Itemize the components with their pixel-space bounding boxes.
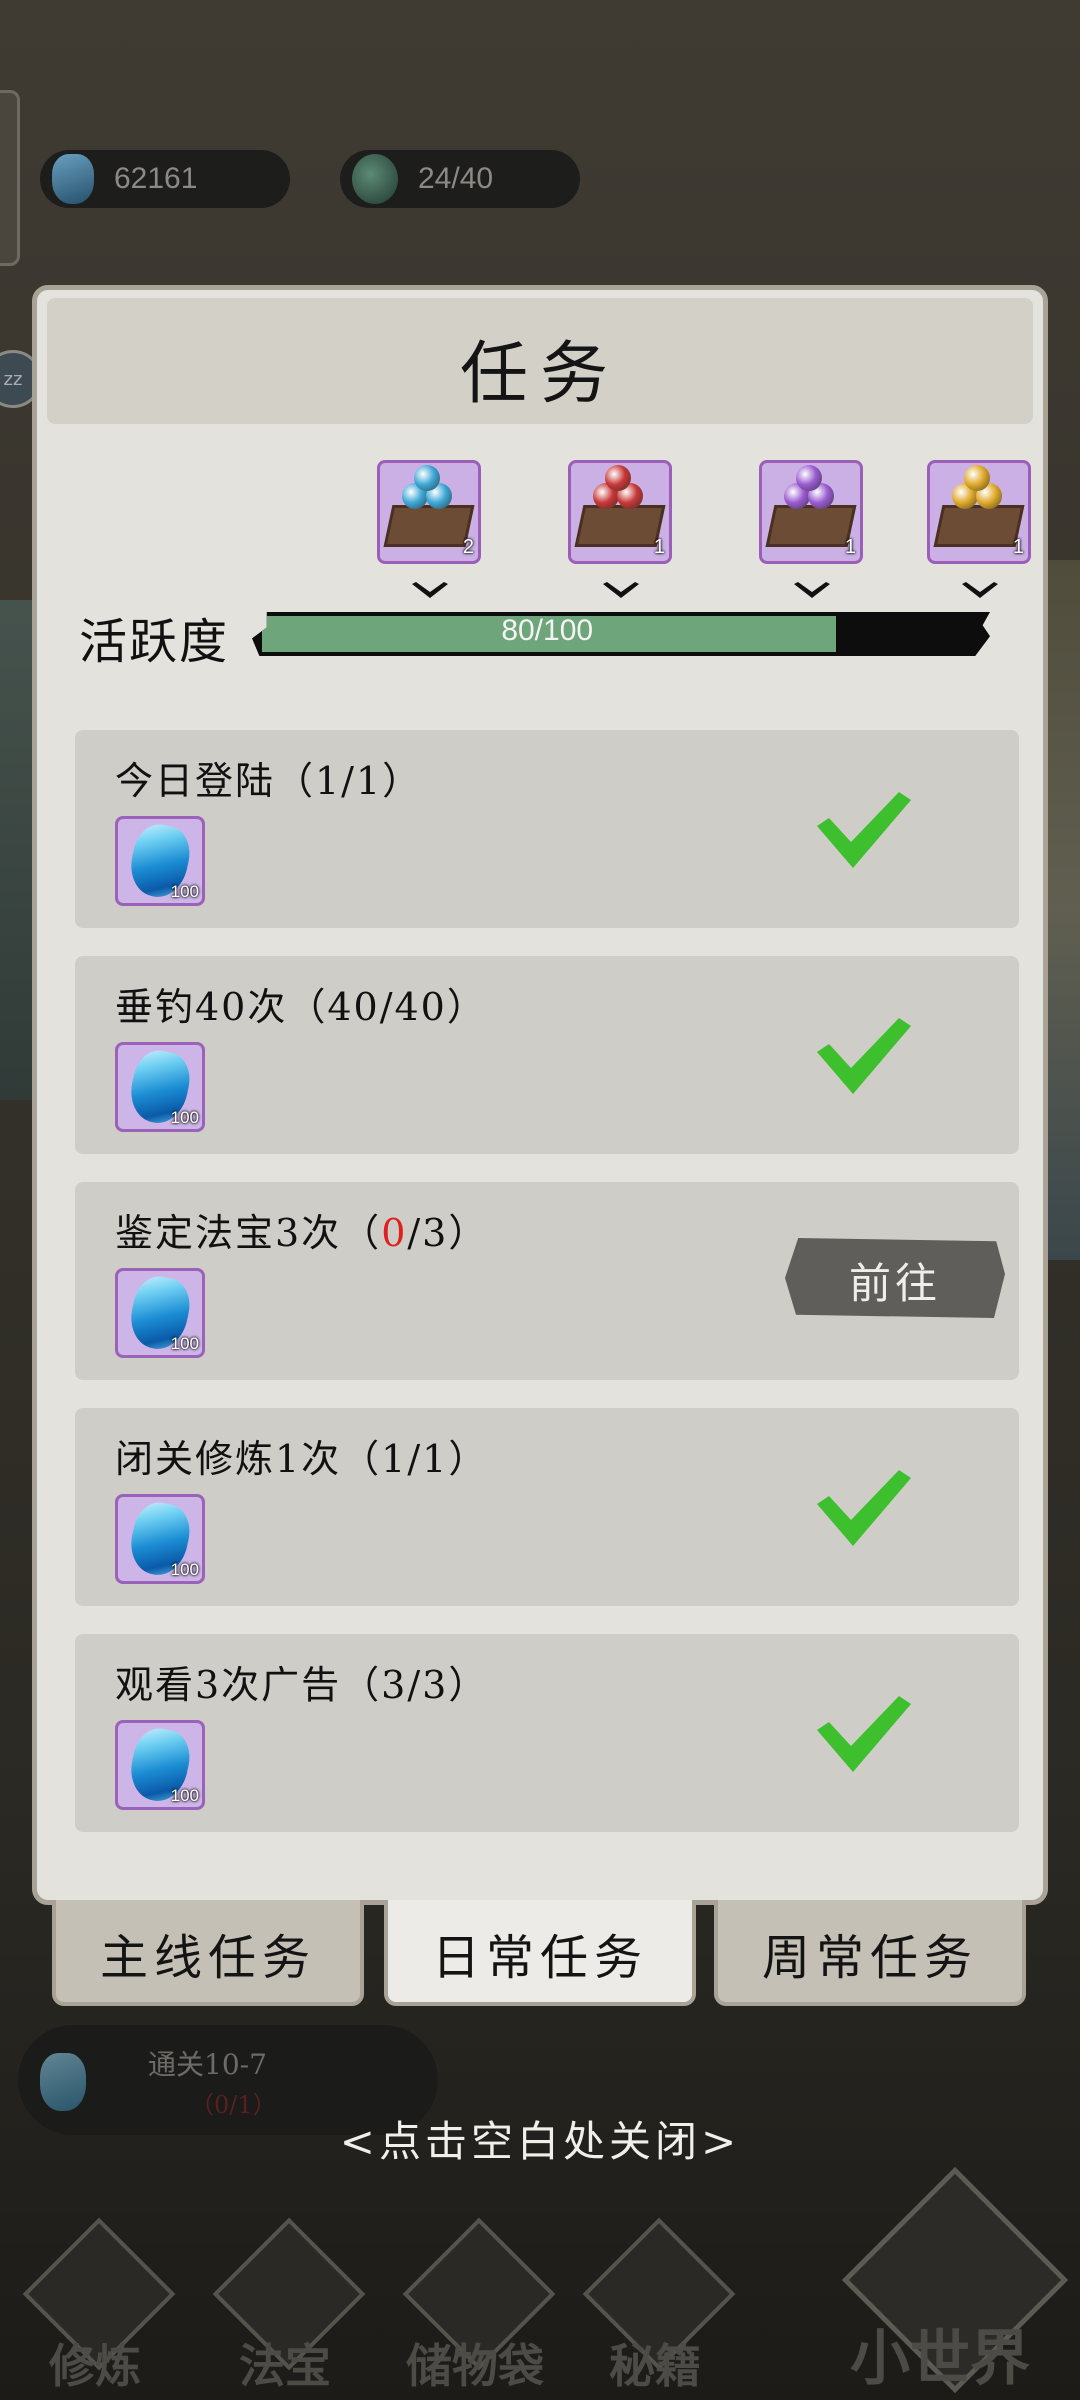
background-scenery-right <box>1046 560 1080 1260</box>
activity-progress-text: 80/100 <box>501 614 594 647</box>
activity-chest-1[interactable]: 2 <box>377 460 481 564</box>
orb-icon <box>605 465 631 491</box>
nav-storage-bag-label: 储物袋 <box>406 2339 544 2393</box>
nav-storage-bag: 储物袋 <box>390 2217 560 2393</box>
bottom-nav: 修炼 法宝 储物袋 秘籍 小世界 <box>0 2160 1080 2400</box>
dialog-title: 任务 <box>459 335 620 414</box>
nav-treasure-label: 法宝 <box>239 2339 331 2393</box>
checkmark-icon <box>817 1018 911 1094</box>
checkmark-icon <box>817 1470 911 1546</box>
quest-text: 通关10-7 <box>148 2048 267 2081</box>
checkmark-icon <box>817 1696 911 1772</box>
go-button-label: 前往 <box>848 1259 941 1308</box>
task-title: 观看3次广告（3/3） <box>115 1663 489 1707</box>
stamina-counter: 24/40 <box>340 150 580 208</box>
task-title-prefix: 鉴定法宝3次（ <box>115 1211 382 1255</box>
dialog-header: 任务 <box>47 298 1033 424</box>
chevron-down-icon <box>603 582 639 598</box>
reward-spirit-stone[interactable]: 100 <box>115 1494 205 1584</box>
activity-chest-4[interactable]: 1 <box>927 460 1031 564</box>
tab-daily-quests[interactable]: 日常任务 <box>384 1900 696 2006</box>
chevron-down-icon <box>962 582 998 598</box>
task-title: 闭关修炼1次（1/1） <box>115 1437 489 1481</box>
reward-count: 100 <box>170 1334 199 1353</box>
tab-weekly-quests[interactable]: 周常任务 <box>714 1900 1026 2006</box>
task-row: 观看3次广告（3/3） 100 <box>75 1634 1019 1832</box>
go-button[interactable]: 前往 <box>785 1238 1005 1318</box>
spirit-stone-counter: 62161 <box>40 150 290 208</box>
tab-label: 主线任务 <box>99 1930 316 1986</box>
task-title-suffix: /3） <box>407 1211 489 1255</box>
sleep-badge-text: zz <box>3 368 23 390</box>
tray-icon <box>574 505 666 547</box>
activity-progress-bar: 80/100 <box>252 612 990 656</box>
chevron-down-icon <box>412 582 448 598</box>
nav-treasure: 法宝 <box>200 2217 370 2393</box>
task-title: 今日登陆（1/1） <box>115 759 423 803</box>
nav-small-world: 小世界 <box>820 2160 1069 2400</box>
task-dialog: 任务 2 1 1 1 活跃度 80/100 今日登陆（1/1） 100 垂钓40… <box>32 285 1048 1905</box>
activity-chest-3[interactable]: 1 <box>759 460 863 564</box>
reward-count: 100 <box>170 1786 199 1805</box>
tray-icon <box>765 505 857 547</box>
tab-main-quests[interactable]: 主线任务 <box>52 1900 364 2006</box>
nav-manual-label: 秘籍 <box>609 2339 701 2393</box>
checkmark-icon <box>817 792 911 868</box>
reward-count: 100 <box>170 1560 199 1579</box>
quest-gem-icon <box>40 2053 86 2111</box>
task-row: 闭关修炼1次（1/1） 100 <box>75 1408 1019 1606</box>
activity-chest-2[interactable]: 1 <box>568 460 672 564</box>
stamina-value: 24/40 <box>418 162 494 195</box>
task-row: 鉴定法宝3次（0/3） 100 前往 <box>75 1182 1019 1380</box>
chest-count: 1 <box>1012 536 1024 558</box>
spirit-stone-icon <box>52 154 94 204</box>
tab-label: 日常任务 <box>431 1930 648 1986</box>
orb-icon <box>414 465 440 491</box>
reward-spirit-stone[interactable]: 100 <box>115 816 205 906</box>
task-progress-count: 0 <box>381 1211 408 1255</box>
spirit-stone-value: 62161 <box>114 162 198 195</box>
task-title: 鉴定法宝3次（0/3） <box>115 1202 488 1257</box>
orb-icon <box>796 465 822 491</box>
orb-icon <box>964 465 990 491</box>
activity-label: 活跃度 <box>79 614 230 670</box>
reward-count: 100 <box>170 1108 199 1127</box>
tray-icon <box>383 505 475 547</box>
tab-label: 周常任务 <box>761 1930 978 1986</box>
background-scenery-left <box>0 600 34 1100</box>
reward-spirit-stone[interactable]: 100 <box>115 1268 205 1358</box>
chest-count: 1 <box>653 536 665 558</box>
nav-small-world-label: 小世界 <box>850 2324 1030 2394</box>
reward-spirit-stone[interactable]: 100 <box>115 1720 205 1810</box>
reward-count: 100 <box>170 882 199 901</box>
chest-count: 2 <box>462 536 474 558</box>
nav-manual: 秘籍 <box>570 2217 740 2393</box>
task-row: 垂钓40次（40/40） 100 <box>75 956 1019 1154</box>
stamina-add-icon <box>352 154 398 204</box>
task-title: 垂钓40次（40/40） <box>115 985 487 1029</box>
task-row: 今日登陆（1/1） 100 <box>75 730 1019 928</box>
reward-spirit-stone[interactable]: 100 <box>115 1042 205 1132</box>
nav-cultivate-label: 修炼 <box>49 2339 141 2393</box>
chevron-down-icon <box>794 582 830 598</box>
chest-count: 1 <box>844 536 856 558</box>
nav-cultivate: 修炼 <box>10 2217 180 2393</box>
tray-icon <box>933 505 1025 547</box>
side-panel-edge <box>0 90 20 266</box>
